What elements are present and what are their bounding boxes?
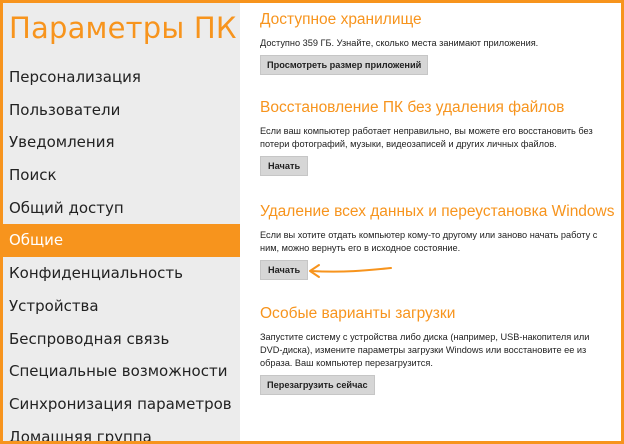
sidebar-item-search[interactable]: Поиск (3, 159, 240, 192)
section-title-storage: Доступное хранилище (260, 11, 422, 28)
sidebar-item-sharing[interactable]: Общий доступ (3, 192, 240, 225)
refresh-start-button[interactable]: Начать (260, 156, 309, 176)
nav-list: Персонализация Пользователи Уведомления … (3, 61, 240, 441)
sidebar-item-privacy[interactable]: Конфиденциальность (3, 257, 240, 290)
arrow-annotation-icon (309, 264, 392, 278)
section-refresh: Восстановление ПК без удаления файлов Ес… (260, 99, 620, 176)
sidebar: Параметры ПК Персонализация Пользователи… (3, 3, 240, 441)
sidebar-item-devices[interactable]: Устройства (3, 290, 240, 323)
reset-start-button[interactable]: Начать (260, 260, 309, 280)
restart-now-button[interactable]: Перезагрузить сейчас (260, 375, 375, 395)
section-desc-storage: Доступно 359 ГБ. Узнайте, сколько места … (260, 38, 539, 48)
view-app-sizes-button[interactable]: Просмотреть размер приложений (260, 55, 429, 75)
sidebar-item-accessibility[interactable]: Специальные возможности (3, 355, 240, 388)
section-desc-reset: Если вы хотите отдать компьютер кому-то … (260, 230, 598, 253)
sidebar-item-notifications[interactable]: Уведомления (3, 126, 240, 159)
sidebar-item-general[interactable]: Общие (3, 224, 240, 258)
sidebar-item-personalization[interactable]: Персонализация (3, 61, 240, 94)
window-frame: Параметры ПК Персонализация Пользователи… (3, 3, 621, 441)
section-title-refresh: Восстановление ПК без удаления файлов (260, 99, 565, 116)
sidebar-item-users[interactable]: Пользователи (3, 94, 240, 127)
section-title-startup: Особые варианты загрузки (260, 305, 456, 322)
sidebar-item-sync[interactable]: Синхронизация параметров (3, 388, 240, 421)
section-desc-startup: Запустите систему с устройства либо диск… (260, 332, 590, 368)
sidebar-item-wireless[interactable]: Беспроводная связь (3, 323, 240, 356)
app-title: Параметры ПК (9, 11, 237, 45)
sidebar-item-homegroup[interactable]: Домашняя группа (3, 421, 240, 441)
section-storage: Доступное хранилище Доступно 359 ГБ. Узн… (260, 11, 620, 75)
section-title-reset: Удаление всех данных и переустановка Win… (260, 203, 615, 220)
section-startup: Особые варианты загрузки Запустите систе… (260, 305, 620, 395)
section-desc-refresh: Если ваш компьютер работает неправильно,… (260, 126, 593, 149)
